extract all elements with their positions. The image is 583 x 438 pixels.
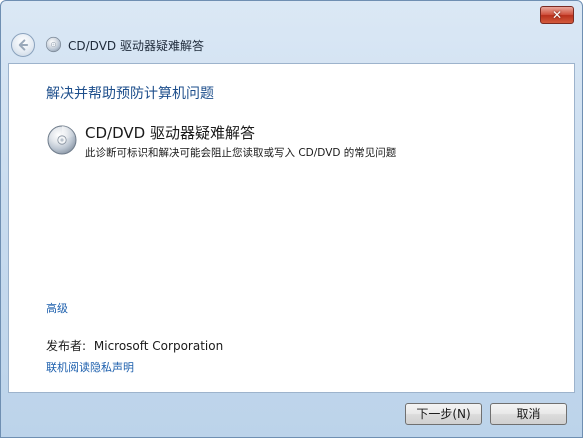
content-panel: 解决并帮助预防计算机问题 CD/DVD 驱动器疑难解答 此诊断可标识和解决可能会… (8, 63, 575, 393)
footer-bar: 下一步(N) 取消 (1, 393, 582, 437)
advanced-link[interactable]: 高级 (46, 300, 68, 316)
privacy-statement-link[interactable]: 联机阅读隐私声明 (46, 359, 134, 375)
cd-disc-icon (47, 125, 77, 155)
troubleshooter-item: CD/DVD 驱动器疑难解答 此诊断可标识和解决可能会阻止您读取或写入 CD/D… (46, 122, 546, 162)
next-button[interactable]: 下一步(N) (405, 403, 482, 425)
back-button[interactable] (11, 33, 35, 57)
troubleshooter-window: ✕ CD/DVD 驱动器疑难解答 解决并帮助预防计算机问题 CD/DVD 驱动器… (0, 0, 583, 438)
close-icon: ✕ (551, 8, 563, 22)
back-arrow-icon (18, 39, 29, 51)
page-heading: 解决并帮助预防计算机问题 (46, 86, 214, 102)
troubleshooter-title[interactable]: CD/DVD 驱动器疑难解答 (85, 122, 255, 143)
publisher-label: 发布者: (46, 339, 87, 353)
close-button[interactable]: ✕ (540, 6, 574, 24)
cancel-button[interactable]: 取消 (490, 403, 567, 425)
troubleshooter-description: 此诊断可标识和解决可能会阻止您读取或写入 CD/DVD 的常见问题 (85, 147, 397, 159)
publisher-value: Microsoft Corporation (93, 339, 224, 353)
publisher-info: 发布者: Microsoft Corporation (46, 337, 223, 354)
title-bar: ✕ CD/DVD 驱动器疑难解答 (1, 1, 582, 63)
window-title: CD/DVD 驱动器疑难解答 (68, 39, 204, 53)
cd-disc-icon (45, 36, 62, 53)
